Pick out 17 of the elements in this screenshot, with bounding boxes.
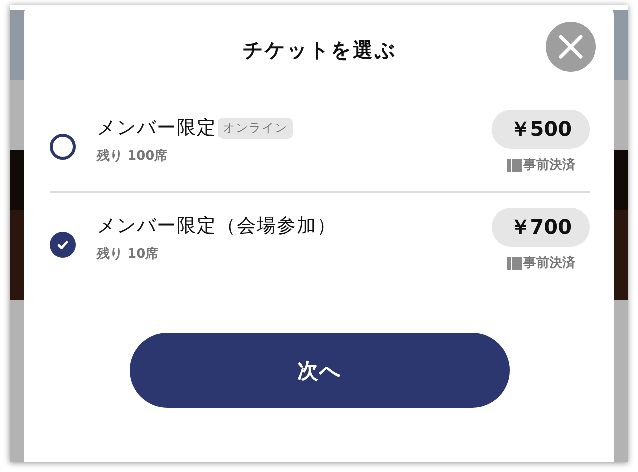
close-button[interactable] bbox=[546, 22, 596, 72]
radio-button[interactable] bbox=[50, 232, 76, 258]
next-button[interactable]: 次へ bbox=[130, 333, 510, 408]
ticket-name: メンバー限定 bbox=[97, 116, 217, 141]
close-icon bbox=[559, 35, 583, 59]
ticket-icon bbox=[506, 158, 522, 172]
price-badge: ￥700 bbox=[492, 208, 590, 247]
payment-note: 事前決済 bbox=[524, 254, 576, 272]
remaining-seats: 残り 100席 bbox=[97, 147, 492, 165]
radio-button[interactable] bbox=[50, 134, 76, 160]
ticket-name: メンバー限定（会場参加） bbox=[97, 214, 337, 239]
payment-note: 事前決済 bbox=[524, 156, 576, 174]
dialog-title: チケットを選ぶ bbox=[243, 36, 397, 64]
ticket-tag: オンライン bbox=[218, 118, 293, 138]
price-badge: ￥500 bbox=[492, 110, 590, 149]
ticket-icon bbox=[506, 256, 522, 270]
remaining-seats: 残り 10席 bbox=[97, 245, 492, 263]
